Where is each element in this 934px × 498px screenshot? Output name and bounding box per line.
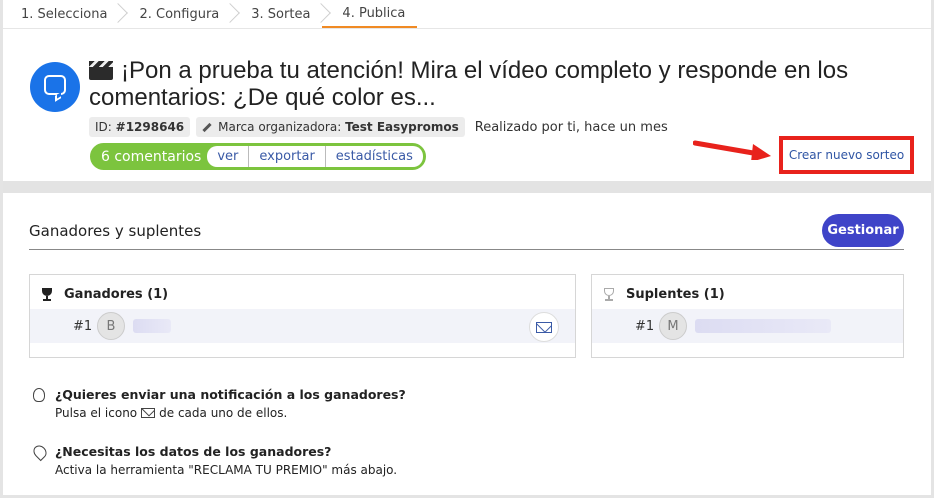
manage-button[interactable]: Gestionar (822, 214, 904, 247)
data-question: ¿Necesitas los datos de los ganadores? (55, 444, 332, 459)
step-label: 3. Sortea (251, 6, 311, 22)
data-answer: Activa la herramienta "RECLAMA TU PREMIO… (55, 463, 398, 477)
clapperboard-icon (89, 61, 113, 80)
new-draw-link[interactable]: Crear nuevo sorteo (779, 136, 914, 174)
trophy-outline-icon (602, 287, 616, 302)
redacted-name (695, 319, 831, 333)
location-pin-icon (30, 442, 50, 462)
notify-tip: ¿Quieres enviar una notificación a los g… (33, 386, 406, 422)
stepper: 1. Selecciona 2. Configura 3. Sortea 4. … (3, 0, 418, 28)
post-meta: ID: #1298646 Marca organizadora: Test Ea… (89, 117, 668, 137)
step-label: 1. Selecciona (21, 6, 108, 22)
step-draw[interactable]: 3. Sortea (231, 0, 332, 28)
substitutes-panel: Suplentes (1) #1 M (591, 274, 904, 358)
envelope-icon (536, 321, 552, 333)
notify-answer: Pulsa el icono de cada uno de ellos. (55, 406, 288, 420)
avatar: M (659, 312, 687, 340)
step-publish[interactable]: 4. Publica (322, 0, 418, 28)
step-label: 4. Publica (342, 5, 406, 21)
comment-bubble-icon (30, 62, 80, 112)
data-tip: ¿Necesitas los datos de los ganadores? A… (30, 442, 398, 479)
realized-text: Realizado por ti, hace un mes (474, 119, 668, 135)
winner-rank: #1 (73, 318, 93, 334)
stats-link[interactable]: estadísticas (326, 146, 423, 167)
envelope-icon (141, 408, 156, 418)
section-title: Ganadores y suplentes (29, 222, 202, 240)
pencil-icon (202, 122, 212, 133)
step-configure[interactable]: 2. Configura (119, 0, 241, 28)
substitute-row: #1 M (592, 309, 903, 343)
winners-panel: Ganadores (1) #1 B (29, 274, 576, 358)
lightbulb-icon (33, 388, 45, 402)
export-comments-link[interactable]: exportar (249, 146, 326, 167)
winner-row: #1 B (30, 309, 575, 343)
post-title-text: ¡Pon a prueba tu atención! Mira el vídeo… (89, 57, 849, 111)
comments-pill: 6 comentarios ver exportar estadísticas (90, 143, 426, 170)
step-label: 2. Configura (139, 6, 220, 22)
notify-winner-button[interactable] (529, 312, 559, 342)
step-select[interactable]: 1. Selecciona (3, 0, 129, 28)
page: 1. Selecciona 2. Configura 3. Sortea 4. … (3, 0, 931, 495)
avatar: B (97, 312, 125, 340)
post-title: ¡Pon a prueba tu atención! Mira el vídeo… (89, 57, 909, 111)
post-id-chip: ID: #1298646 (89, 117, 191, 137)
substitutes-title: Suplentes (1) (626, 287, 725, 302)
notify-question: ¿Quieres enviar una notificación a los g… (55, 387, 406, 402)
redacted-name (133, 319, 171, 333)
winners-title: Ganadores (1) (64, 287, 169, 302)
substitute-rank: #1 (635, 318, 655, 334)
brand-chip: Marca organizadora: Test Easypromos (196, 117, 465, 137)
view-comments-link[interactable]: ver (207, 146, 250, 167)
red-arrow-annotation (693, 140, 771, 160)
comments-count: 6 comentarios (101, 148, 202, 165)
trophy-icon (40, 287, 54, 302)
